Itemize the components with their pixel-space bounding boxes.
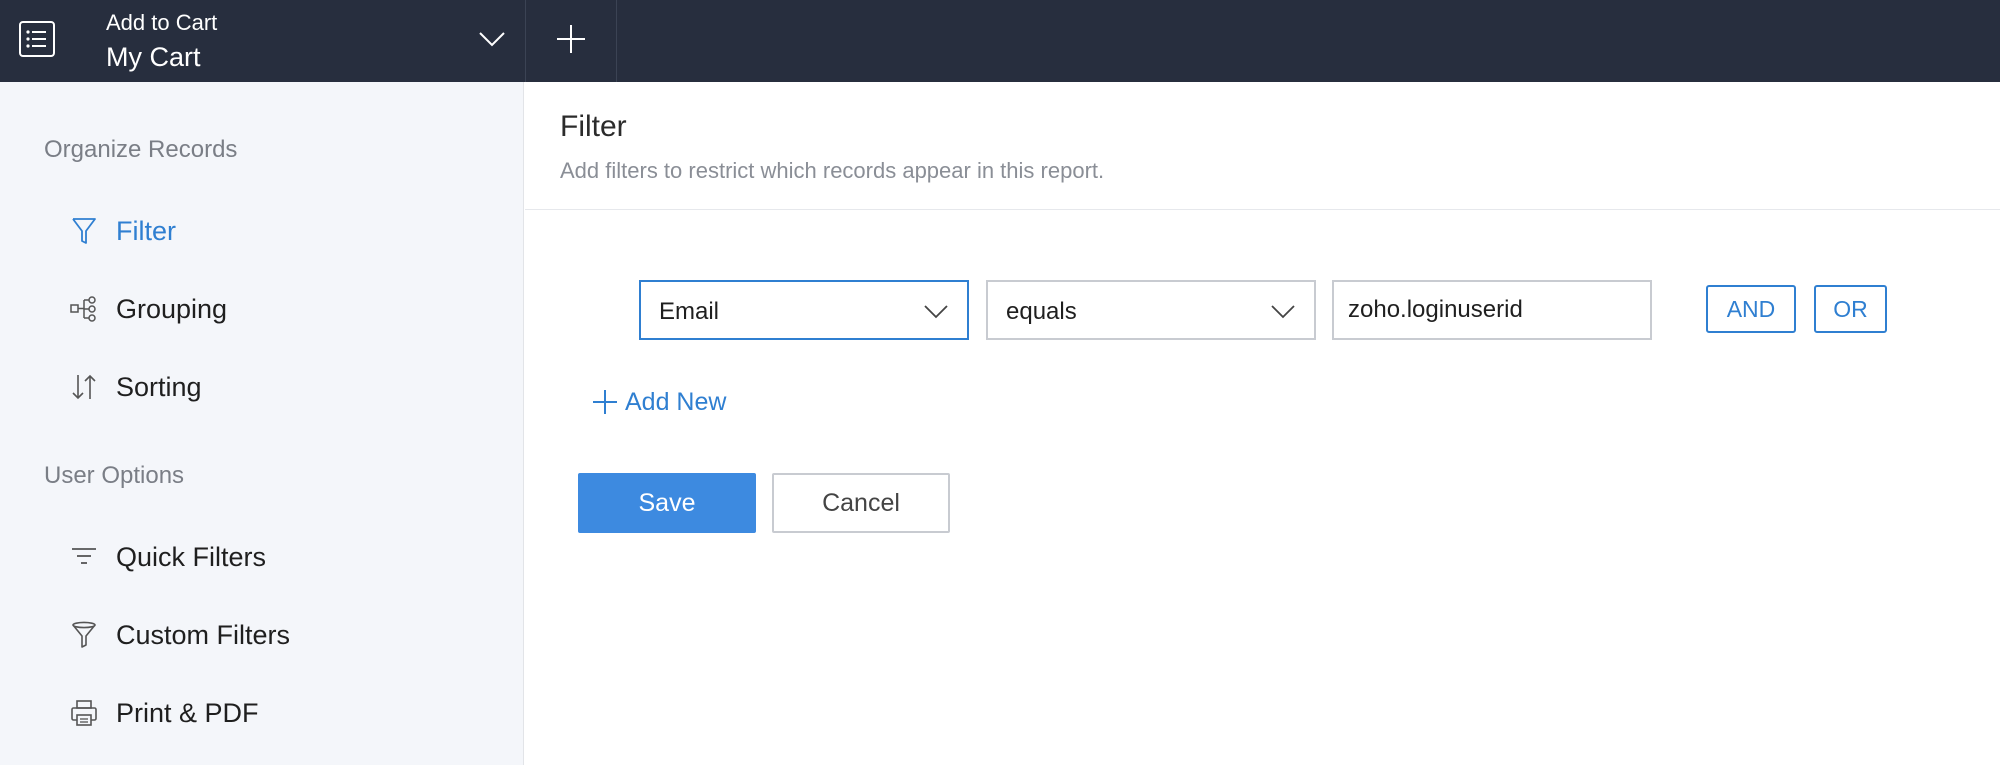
field-select[interactable]: Email [639,280,969,340]
app-switcher[interactable]: Add to Cart My Cart [106,0,526,82]
sidebar-item-filter[interactable]: Filter [64,204,504,258]
add-new-label: Add New [625,387,727,416]
operator-select[interactable]: equals [986,280,1316,340]
section-title-organize: Organize Records [44,136,238,163]
app-subtitle: Add to Cart [106,10,218,35]
list-menu-icon [18,20,56,63]
sidebar-item-custom-filters[interactable]: Custom Filters [64,608,504,662]
app-title: My Cart [106,42,201,72]
page-description: Add filters to restrict which records ap… [560,158,1105,183]
add-tab-button[interactable] [526,0,616,82]
section-title-user-options: User Options [44,462,185,489]
plus-icon [591,388,619,416]
topbar-divider [616,0,617,82]
grouping-icon [64,289,104,329]
main-panel: Filter Add filters to restrict which rec… [525,82,2000,765]
sidebar-item-label: Quick Filters [116,541,267,572]
sidebar: Organize Records Filter Grouping Sorting… [0,82,524,765]
printer-icon [64,693,104,733]
sidebar-item-grouping[interactable]: Grouping [64,282,504,336]
plus-icon [554,22,588,61]
chevron-down-icon [476,22,508,54]
sidebar-item-label: Grouping [116,293,228,324]
sidebar-item-label: Print & PDF [116,697,259,728]
field-select-value: Email [659,298,720,325]
cancel-button[interactable]: Cancel [772,473,950,533]
sidebar-item-quick-filters[interactable]: Quick Filters [64,530,504,584]
sidebar-item-label: Filter [116,215,176,246]
sorting-icon [64,367,104,407]
add-new-filter-link[interactable]: Add New [591,382,726,422]
funnel-icon [64,615,104,655]
sidebar-item-label: Sorting [116,371,202,402]
page-title: Filter [560,110,627,143]
app-menu-button[interactable] [0,0,74,82]
filter-value-input[interactable] [1332,280,1652,340]
and-button[interactable]: AND [1706,285,1796,333]
or-button[interactable]: OR [1814,285,1887,333]
chevron-down-icon [921,296,951,326]
filter-icon [64,211,104,251]
operator-select-value: equals [1006,298,1077,325]
top-bar: Add to Cart My Cart [0,0,2000,82]
save-button[interactable]: Save [578,473,756,533]
sidebar-item-label: Custom Filters [116,619,291,650]
panel-header: Filter Add filters to restrict which rec… [525,82,2000,210]
quick-filters-icon [64,537,104,577]
sidebar-item-sorting[interactable]: Sorting [64,360,504,414]
chevron-down-icon [1268,296,1298,326]
sidebar-item-print-pdf[interactable]: Print & PDF [64,686,504,740]
